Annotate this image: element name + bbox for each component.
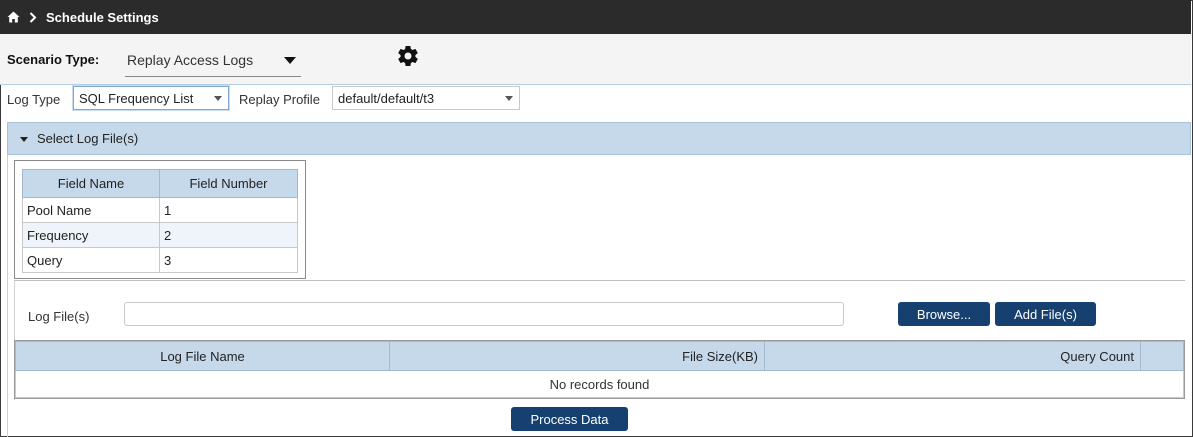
field-number-cell: 3 xyxy=(159,247,298,273)
log-type-value: SQL Frequency List xyxy=(79,91,194,106)
select-log-files-section-header[interactable]: Select Log File(s) xyxy=(7,122,1191,155)
empty-message: No records found xyxy=(15,370,1184,398)
field-name-cell: Pool Name xyxy=(22,197,160,223)
replay-profile-value: default/default/t3 xyxy=(338,91,435,106)
home-icon[interactable] xyxy=(7,11,20,23)
scenario-type-value: Replay Access Logs xyxy=(127,52,254,68)
scenario-row: Scenario Type: Replay Access Logs xyxy=(0,34,1191,85)
table-row: Frequency 2 xyxy=(22,222,298,248)
collapse-caret-icon[interactable] xyxy=(20,137,28,142)
log-files-label: Log File(s) xyxy=(28,309,90,324)
gear-icon[interactable] xyxy=(396,44,420,68)
browse-button[interactable]: Browse... xyxy=(898,302,990,326)
column-header-spacer xyxy=(1140,341,1184,371)
column-header-file-size[interactable]: File Size(KB) xyxy=(389,341,765,371)
column-header-log-file-name[interactable]: Log File Name xyxy=(15,341,390,371)
table-row: No records found xyxy=(15,370,1184,398)
field-name-cell: Frequency xyxy=(22,222,160,248)
log-type-label: Log Type xyxy=(7,92,61,107)
log-files-table: Log File Name File Size(KB) Query Count … xyxy=(15,341,1184,398)
table-row: Pool Name 1 xyxy=(22,197,298,223)
log-file-path-input[interactable] xyxy=(124,302,844,326)
log-type-select[interactable]: SQL Frequency List xyxy=(73,86,229,110)
field-number-cell: 1 xyxy=(159,197,298,223)
page-title: Schedule Settings xyxy=(46,9,159,25)
column-header-field-number: Field Number xyxy=(159,169,298,198)
scenario-type-label: Scenario Type: xyxy=(7,52,100,67)
caret-down-icon xyxy=(505,96,513,101)
column-header-field-name: Field Name xyxy=(22,169,160,198)
section-title: Select Log File(s) xyxy=(37,131,139,146)
column-header-query-count[interactable]: Query Count xyxy=(764,341,1141,371)
table-row: Query 3 xyxy=(22,247,298,273)
field-number-cell: 2 xyxy=(159,222,298,248)
caret-down-icon xyxy=(214,96,222,101)
caret-down-icon xyxy=(284,57,296,64)
replay-profile-select[interactable]: default/default/t3 xyxy=(332,86,520,110)
field-name-cell: Query xyxy=(22,247,160,273)
field-mapping-table: Field Name Field Number Pool Name 1 Freq… xyxy=(22,169,298,273)
process-data-button[interactable]: Process Data xyxy=(511,407,628,431)
add-files-button[interactable]: Add File(s) xyxy=(995,302,1096,326)
replay-profile-label: Replay Profile xyxy=(239,92,320,107)
scenario-type-select[interactable]: Replay Access Logs xyxy=(125,47,301,77)
chevron-right-icon xyxy=(29,11,37,23)
top-bar: Schedule Settings xyxy=(0,0,1191,34)
log-type-dropdown-button[interactable] xyxy=(208,87,228,109)
replay-profile-dropdown-button[interactable] xyxy=(499,87,519,109)
